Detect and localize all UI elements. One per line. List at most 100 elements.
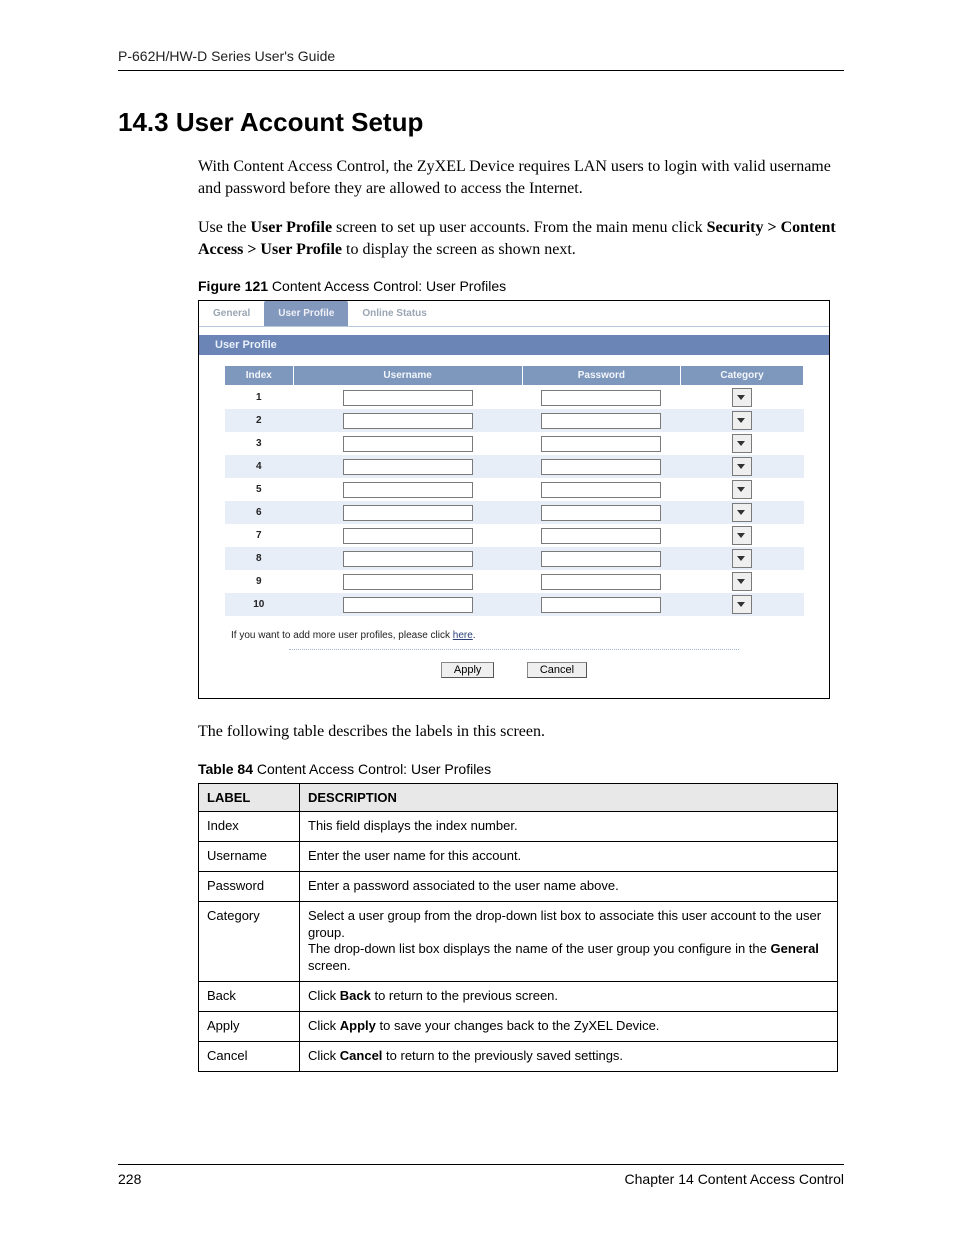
username-cell	[293, 524, 522, 547]
cell-label: Index	[199, 811, 300, 841]
password-cell	[522, 524, 680, 547]
username-cell	[293, 409, 522, 432]
table-row: 2	[225, 409, 804, 432]
username-input[interactable]	[343, 528, 473, 544]
category-dropdown[interactable]	[732, 595, 752, 614]
table-row: 6	[225, 501, 804, 524]
category-dropdown[interactable]	[732, 388, 752, 407]
password-cell	[522, 386, 680, 410]
password-input[interactable]	[541, 551, 661, 567]
table-title: Content Access Control: User Profiles	[253, 761, 491, 777]
category-cell	[681, 501, 804, 524]
password-cell	[522, 432, 680, 455]
password-cell	[522, 478, 680, 501]
password-input[interactable]	[541, 597, 661, 613]
chapter-label: Chapter 14 Content Access Control	[625, 1171, 844, 1187]
index-cell: 3	[225, 432, 294, 455]
cell-label: Password	[199, 871, 300, 901]
category-dropdown[interactable]	[732, 434, 752, 453]
username-cell	[293, 386, 522, 410]
category-dropdown[interactable]	[732, 572, 752, 591]
table-number: Table 84	[198, 761, 253, 777]
category-cell	[681, 478, 804, 501]
category-cell	[681, 455, 804, 478]
username-input[interactable]	[343, 390, 473, 406]
username-input[interactable]	[343, 459, 473, 475]
username-input[interactable]	[343, 505, 473, 521]
separator	[289, 649, 739, 650]
table-row: Back Click Back to return to the previou…	[199, 982, 838, 1012]
category-cell	[681, 593, 804, 616]
table-row: Index This field displays the index numb…	[199, 811, 838, 841]
tab-online-status[interactable]: Online Status	[348, 301, 440, 326]
password-input[interactable]	[541, 413, 661, 429]
category-cell	[681, 570, 804, 593]
cancel-button[interactable]: Cancel	[527, 662, 587, 678]
password-cell	[522, 570, 680, 593]
table-row: 10	[225, 593, 804, 616]
username-input[interactable]	[343, 597, 473, 613]
table-row: Cancel Click Cancel to return to the pre…	[199, 1041, 838, 1071]
section-heading: 14.3 User Account Setup	[118, 107, 844, 138]
d-pre: Click	[308, 1048, 340, 1063]
figure-number: Figure 121	[198, 278, 268, 294]
password-cell	[522, 593, 680, 616]
password-input[interactable]	[541, 482, 661, 498]
username-cell	[293, 478, 522, 501]
page-footer: 228 Chapter 14 Content Access Control	[118, 1164, 844, 1187]
category-dropdown[interactable]	[732, 526, 752, 545]
cell-desc: Enter the user name for this account.	[300, 841, 838, 871]
cat-line2: The drop-down list box displays the name…	[308, 941, 829, 975]
username-input[interactable]	[343, 574, 473, 590]
category-dropdown[interactable]	[732, 457, 752, 476]
add-more-link[interactable]: here	[453, 630, 473, 641]
table-row: Category Select a user group from the dr…	[199, 901, 838, 982]
col-category: Category	[681, 366, 804, 386]
p2-text-c: screen to set up user accounts. From the…	[332, 219, 707, 236]
apply-button[interactable]: Apply	[441, 662, 495, 678]
password-input[interactable]	[541, 574, 661, 590]
user-profile-table: Index Username Password Category 1234567…	[224, 365, 804, 616]
cat-l2-b: General	[771, 941, 819, 956]
p2-text-e: to display the screen as shown next.	[342, 241, 576, 258]
password-input[interactable]	[541, 505, 661, 521]
username-cell	[293, 501, 522, 524]
username-input[interactable]	[343, 551, 473, 567]
table-row: Username Enter the user name for this ac…	[199, 841, 838, 871]
category-dropdown[interactable]	[732, 480, 752, 499]
password-input[interactable]	[541, 459, 661, 475]
index-cell: 5	[225, 478, 294, 501]
th-description: DESCRIPTION	[300, 783, 838, 811]
cell-desc: Click Cancel to return to the previously…	[300, 1041, 838, 1071]
cell-label: Category	[199, 901, 300, 982]
table-row: 3	[225, 432, 804, 455]
password-input[interactable]	[541, 436, 661, 452]
cell-label: Cancel	[199, 1041, 300, 1071]
category-dropdown[interactable]	[732, 549, 752, 568]
password-input[interactable]	[541, 390, 661, 406]
username-cell	[293, 593, 522, 616]
cell-label: Back	[199, 982, 300, 1012]
index-cell: 7	[225, 524, 294, 547]
table-row: 5	[225, 478, 804, 501]
table-row: Password Enter a password associated to …	[199, 871, 838, 901]
cell-desc: Enter a password associated to the user …	[300, 871, 838, 901]
password-cell	[522, 501, 680, 524]
add-note-b: .	[473, 630, 476, 641]
tab-general[interactable]: General	[199, 301, 264, 326]
page-number: 228	[118, 1171, 141, 1187]
category-dropdown[interactable]	[732, 503, 752, 522]
cell-desc: Select a user group from the drop-down l…	[300, 901, 838, 982]
add-note-a: If you want to add more user profiles, p…	[231, 630, 453, 641]
tab-user-profile[interactable]: User Profile	[264, 301, 348, 326]
table-row: 9	[225, 570, 804, 593]
username-input[interactable]	[343, 413, 473, 429]
index-cell: 8	[225, 547, 294, 570]
category-dropdown[interactable]	[732, 411, 752, 430]
username-input[interactable]	[343, 436, 473, 452]
cat-l2-c: screen.	[308, 958, 351, 973]
d-bold: Cancel	[340, 1048, 383, 1063]
username-input[interactable]	[343, 482, 473, 498]
panel-title: User Profile	[199, 335, 829, 355]
password-input[interactable]	[541, 528, 661, 544]
